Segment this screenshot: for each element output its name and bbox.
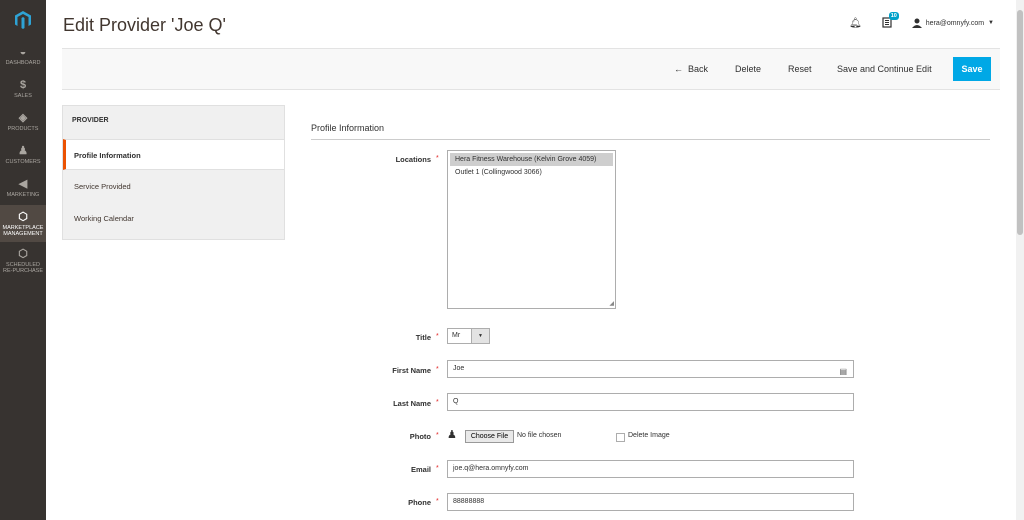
photo-label: Photo — [409, 432, 431, 441]
nav-label: MARKETING — [6, 192, 40, 198]
required-marker: * — [436, 155, 439, 162]
required-marker: * — [436, 498, 439, 505]
tabs-title: PROVIDER — [72, 117, 109, 124]
last-name-input[interactable]: Q — [447, 393, 854, 411]
nav-dashboard[interactable]: ◒ DASHBOARD — [0, 46, 46, 70]
back-label: Back — [688, 64, 709, 74]
delete-image-label[interactable]: Delete Image — [628, 432, 670, 439]
magento-logo[interactable] — [0, 0, 46, 40]
arrow-left-icon: ← — [674, 64, 683, 74]
user-email: hera@omnyfy.com — [925, 19, 985, 27]
section-title: Profile Information — [311, 123, 385, 133]
dollar-icon: $ — [19, 79, 27, 91]
title-label: Title — [415, 333, 431, 342]
caret-down-icon: ▼ — [988, 20, 994, 26]
locations-label: Locations — [395, 155, 431, 164]
user-menu[interactable]: hera@omnyfy.com ▼ — [911, 18, 994, 28]
title-select-value: Mr — [452, 332, 461, 339]
tab-profile-information[interactable]: Profile Information — [63, 139, 284, 170]
megaphone-icon: ◀ — [18, 178, 28, 190]
page-scrollbar[interactable] — [1016, 0, 1024, 520]
hexagon-icon: ⬡ — [18, 211, 28, 223]
location-option[interactable]: Outlet 1 (Collingwood 3066) — [450, 166, 613, 179]
nav-label-line2: MANAGEMENT — [3, 231, 43, 237]
user-icon — [911, 18, 922, 28]
resize-handle-icon[interactable]: ◢ — [609, 300, 614, 307]
photo-placeholder-icon: ♟ — [447, 429, 457, 441]
required-marker: * — [436, 399, 439, 406]
nav-marketplace-management[interactable]: ⬡ MARKETPLACE MANAGEMENT — [0, 205, 46, 242]
first-name-input[interactable]: Joe ▤ — [447, 360, 854, 378]
location-option[interactable]: Hera Fitness Warehouse (Kelvin Grove 405… — [450, 153, 613, 166]
section-divider — [311, 139, 990, 140]
required-marker: * — [436, 366, 439, 373]
nav-label-line2: RE-PURCHASE — [2, 268, 44, 274]
nav-marketing[interactable]: ◀ MARKETING — [0, 178, 46, 202]
phone-label: Phone — [408, 498, 431, 507]
scrollbar-thumb[interactable] — [1017, 10, 1023, 235]
required-marker: * — [436, 432, 439, 439]
app-root: ◒ DASHBOARD $ SALES ◈ PRODUCTS ♟ CUSTOME… — [0, 0, 1024, 520]
tab-working-calendar[interactable]: Working Calendar — [63, 203, 284, 234]
provider-tabs: PROVIDER Profile Information Service Pro… — [62, 105, 285, 240]
nav-label: DASHBOARD — [5, 60, 41, 66]
title-select[interactable]: Mr ▼ — [447, 328, 490, 344]
nav-sales[interactable]: $ SALES — [0, 79, 46, 103]
delete-button[interactable]: Delete — [735, 64, 761, 74]
back-button[interactable]: ← Back — [674, 64, 708, 74]
save-button[interactable]: Save — [953, 57, 991, 81]
notifications-button[interactable]: 10 — [882, 12, 899, 29]
nav-label: SALES — [14, 93, 32, 99]
bell-icon[interactable]: 🔔︎ — [849, 18, 862, 29]
header-actions: 🔔︎ 10 hera@omnyfy.com ▼ — [849, 12, 994, 32]
phone-input[interactable]: 88888888 — [447, 493, 854, 511]
chevron-down-icon: ▼ — [471, 329, 489, 343]
tab-service-provided[interactable]: Service Provided — [63, 171, 284, 202]
nav-label: CUSTOMERS — [5, 159, 41, 165]
contact-card-icon[interactable]: ▤ — [839, 364, 847, 380]
page-title: Edit Provider 'Joe Q' — [63, 15, 226, 35]
hexagon-icon: ⬡ — [18, 248, 28, 260]
save-and-continue-button[interactable]: Save and Continue Edit — [837, 64, 932, 74]
cube-icon: ◈ — [18, 112, 28, 124]
first-name-label: First Name — [392, 366, 431, 375]
logo-icon — [15, 11, 31, 29]
dashboard-icon: ◒ — [19, 46, 27, 58]
locations-multiselect[interactable]: Hera Fitness Warehouse (Kelvin Grove 405… — [447, 150, 616, 309]
person-icon: ♟ — [18, 145, 28, 157]
required-marker: * — [436, 465, 439, 472]
nav-customers[interactable]: ♟ CUSTOMERS — [0, 145, 46, 169]
delete-image-checkbox[interactable] — [616, 433, 625, 442]
email-input[interactable]: joe.q@hera.omnyfy.com — [447, 460, 854, 478]
email-label: Email — [410, 465, 431, 474]
reset-button[interactable]: Reset — [788, 64, 812, 74]
first-name-value: Joe — [453, 365, 465, 372]
admin-sidebar: ◒ DASHBOARD $ SALES ◈ PRODUCTS ♟ CUSTOME… — [0, 0, 46, 520]
nav-products[interactable]: ◈ PRODUCTS — [0, 112, 46, 136]
required-marker: * — [436, 333, 439, 340]
notifications-badge: 10 — [888, 12, 899, 20]
nav-label: PRODUCTS — [7, 126, 39, 132]
file-status: No file chosen — [517, 432, 562, 439]
nav-scheduled-repurchase[interactable]: ⬡ SCHEDULED RE-PURCHASE — [0, 248, 46, 278]
last-name-label: Last Name — [393, 399, 431, 408]
page-actions-bar: ← Back Delete Reset Save and Continue Ed… — [62, 48, 1000, 90]
choose-file-button[interactable]: Choose File — [465, 430, 514, 443]
